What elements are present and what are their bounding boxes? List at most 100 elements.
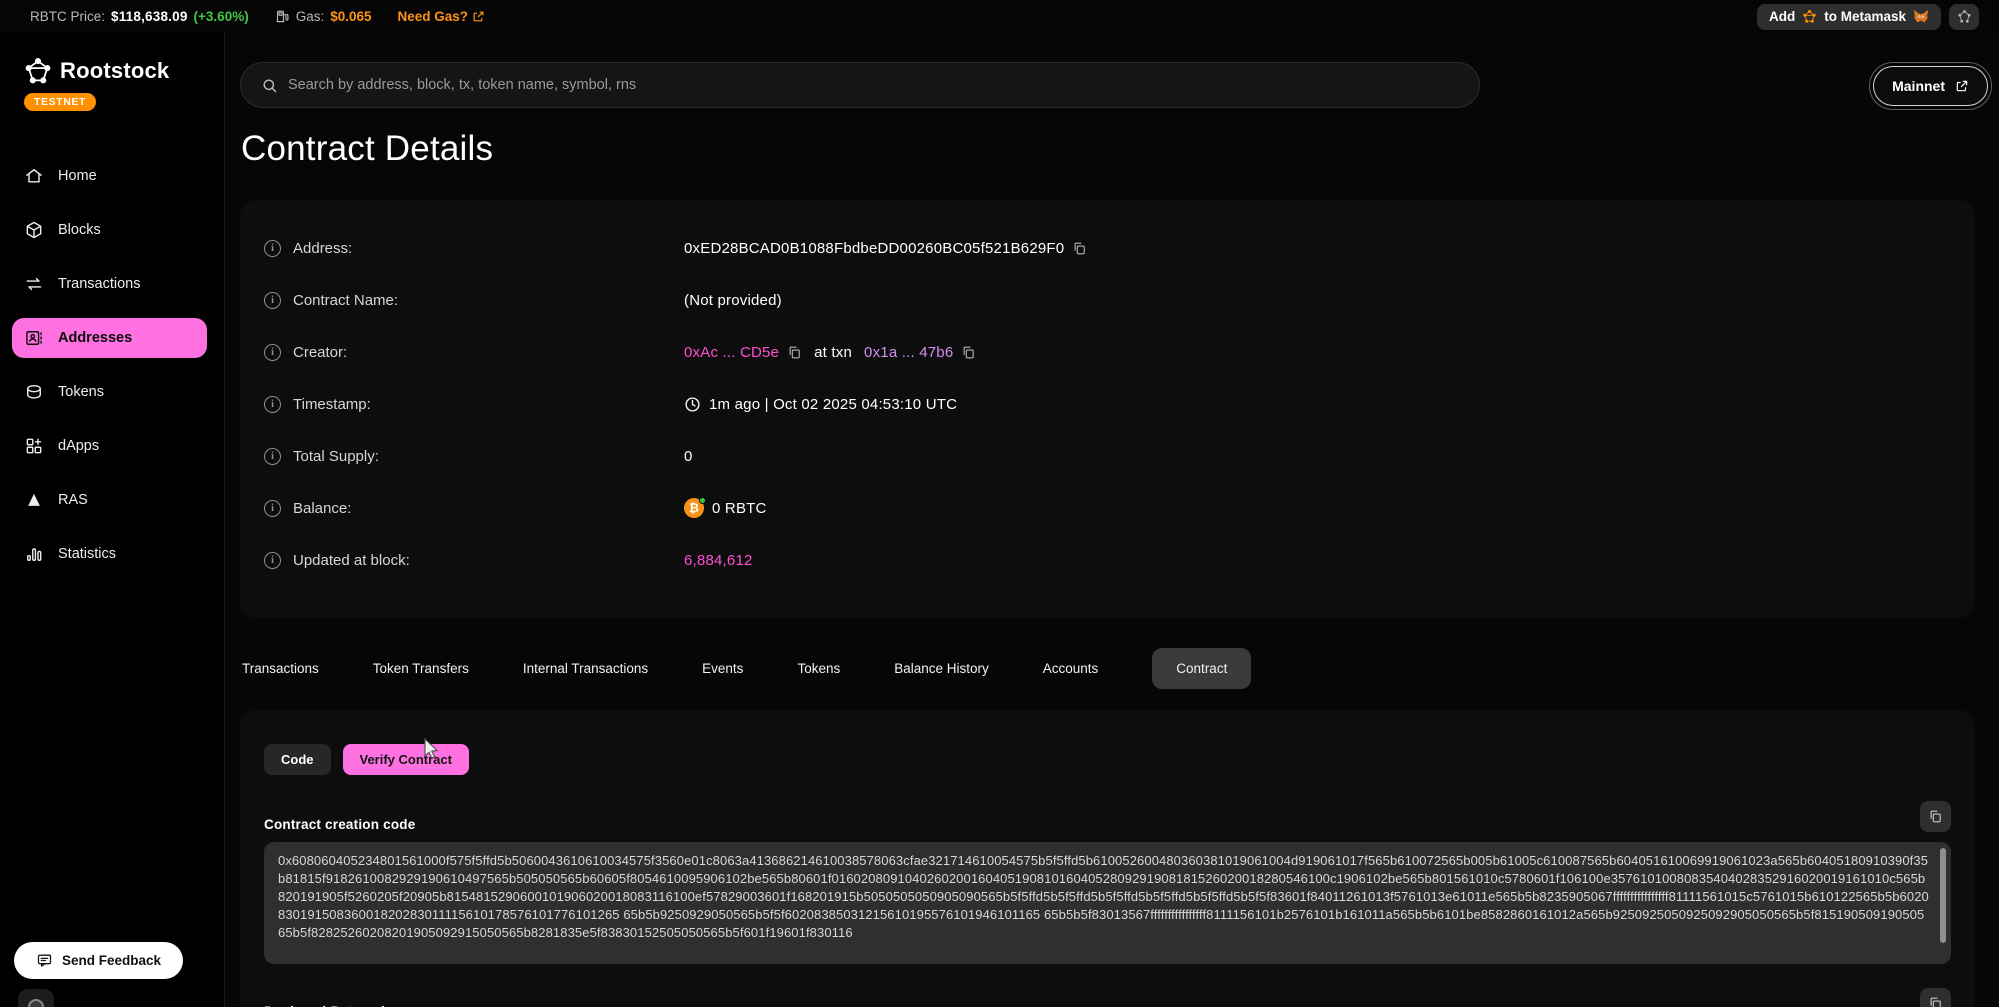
copy-creation-code-button[interactable] — [1920, 801, 1951, 832]
sidebar-item-addresses[interactable]: Addresses — [12, 318, 207, 358]
triangle-icon — [24, 490, 44, 510]
send-feedback-button[interactable]: Send Feedback — [14, 942, 183, 979]
tab-tokens[interactable]: Tokens — [797, 661, 840, 676]
contract-code-panel: Code Verify Contract Contract creation c… — [240, 710, 1975, 1007]
rbtc-price-label: RBTC Price: — [30, 9, 105, 24]
tab-internal-transactions[interactable]: Internal Transactions — [523, 661, 648, 676]
page-title: Contract Details — [241, 129, 493, 169]
scrollbar-thumb[interactable] — [1940, 848, 1946, 943]
sidebar-item-label: Addresses — [58, 330, 132, 346]
transfer-arrows-icon — [24, 274, 44, 294]
metamask-fox-icon — [1913, 9, 1929, 24]
copy-deployed-bytecode-button[interactable] — [1920, 988, 1951, 1007]
timestamp-value: 1m ago | Oct 02 2025 04:53:10 UTC — [709, 396, 957, 413]
creation-code-text: 0x608060405234801561000f575f5ffd5b506004… — [278, 853, 1929, 940]
detail-row-timestamp: i Timestamp: 1m ago | Oct 02 2025 04:53:… — [240, 378, 1975, 430]
address-card-icon — [24, 328, 44, 348]
corner-widget[interactable] — [18, 989, 54, 1007]
contract-name-label: Contract Name: — [293, 292, 398, 309]
info-icon[interactable]: i — [264, 396, 281, 413]
coin-icon — [24, 382, 44, 402]
creation-code-label: Contract creation code — [264, 817, 415, 832]
tab-transactions[interactable]: Transactions — [242, 661, 319, 676]
contract-name-value: (Not provided) — [684, 292, 782, 309]
external-link-icon — [472, 10, 485, 23]
balance-value: 0 RBTC — [712, 500, 767, 517]
contract-details-panel: i Address: 0xED28BCAD0B1088FbdbeDD00260B… — [240, 200, 1975, 618]
tab-token-transfers[interactable]: Token Transfers — [373, 661, 469, 676]
creator-label: Creator: — [293, 344, 347, 361]
info-icon[interactable]: i — [264, 344, 281, 361]
sidebar: Rootstock TESTNET Home Blocks Transactio… — [0, 33, 225, 1007]
metamask-button-suffix: to Metamask — [1824, 9, 1906, 24]
sidebar-item-ras[interactable]: RAS — [12, 480, 212, 520]
creator-middle-text: at txn — [814, 344, 852, 361]
sidebar-item-home[interactable]: Home — [12, 156, 212, 196]
home-icon — [24, 166, 44, 186]
external-link-icon — [1955, 79, 1969, 93]
sidebar-item-statistics[interactable]: Statistics — [12, 534, 212, 574]
gas-label: Gas: — [296, 9, 325, 24]
clock-icon — [684, 396, 701, 413]
dapps-grid-icon — [24, 436, 44, 456]
sidebar-item-label: Blocks — [58, 222, 101, 238]
bar-chart-icon — [24, 544, 44, 564]
search-input[interactable] — [288, 77, 1459, 93]
mainnet-button[interactable]: Mainnet — [1873, 66, 1988, 106]
sidebar-item-tokens[interactable]: Tokens — [12, 372, 212, 412]
detail-row-address: i Address: 0xED28BCAD0B1088FbdbeDD00260B… — [240, 222, 1975, 274]
search-bar[interactable] — [240, 62, 1480, 108]
verify-contract-button[interactable]: Verify Contract — [343, 744, 469, 775]
metamask-button-prefix: Add — [1769, 9, 1795, 24]
detail-row-balance: i Balance: ₿ 0 RBTC — [240, 482, 1975, 534]
gas-price: Gas: $0.065 — [275, 9, 372, 24]
gas-value: $0.065 — [330, 9, 371, 24]
info-icon[interactable]: i — [264, 292, 281, 309]
info-icon[interactable]: i — [264, 552, 281, 569]
tab-events[interactable]: Events — [702, 661, 743, 676]
updated-block-label: Updated at block: — [293, 552, 410, 569]
rootstock-settings-button[interactable] — [1949, 4, 1979, 30]
app-window: RBTC Price: $118,638.09 (+3.60%) Gas: $0… — [0, 0, 1999, 1007]
creator-address-link[interactable]: 0xAc ... CD5e — [684, 344, 779, 361]
updated-block-link[interactable]: 6,884,612 — [684, 552, 753, 569]
sidebar-item-label: RAS — [58, 492, 88, 508]
copy-txn-button[interactable] — [961, 345, 976, 360]
copy-creator-button[interactable] — [787, 345, 802, 360]
rbtc-price: RBTC Price: $118,638.09 (+3.60%) — [30, 9, 249, 24]
detail-row-contract-name: i Contract Name: (Not provided) — [240, 274, 1975, 326]
tab-contract[interactable]: Contract — [1152, 648, 1251, 689]
sidebar-nav: Home Blocks Transactions Addresses Token… — [0, 149, 224, 581]
sidebar-item-transactions[interactable]: Transactions — [12, 264, 212, 304]
network-switch: Mainnet — [1869, 62, 1992, 110]
rbtc-coin-icon: ₿ — [684, 498, 704, 518]
sidebar-item-blocks[interactable]: Blocks — [12, 210, 212, 250]
tab-balance-history[interactable]: Balance History — [894, 661, 989, 676]
info-icon[interactable]: i — [264, 500, 281, 517]
detail-row-updated-block: i Updated at block: 6,884,612 — [240, 534, 1975, 586]
rootstock-logo[interactable]: Rootstock — [0, 33, 224, 85]
search-icon — [261, 77, 278, 94]
creation-code-box[interactable]: 0x608060405234801561000f575f5ffd5b506004… — [264, 842, 1951, 964]
code-button[interactable]: Code — [264, 744, 331, 775]
total-supply-value: 0 — [684, 448, 693, 465]
copy-address-button[interactable] — [1072, 241, 1087, 256]
sidebar-item-label: Transactions — [58, 276, 140, 292]
sidebar-item-label: Tokens — [58, 384, 104, 400]
chat-bubble-icon — [36, 952, 53, 969]
testnet-badge: TESTNET — [24, 93, 96, 111]
balance-label: Balance: — [293, 500, 351, 517]
creator-txn-link[interactable]: 0x1a ... 47b6 — [864, 344, 953, 361]
corner-widget-icon — [28, 999, 44, 1007]
add-to-metamask-button[interactable]: Add to Metamask — [1757, 4, 1941, 30]
sidebar-item-dapps[interactable]: dApps — [12, 426, 212, 466]
sidebar-item-label: Home — [58, 168, 97, 184]
tab-accounts[interactable]: Accounts — [1043, 661, 1099, 676]
topbar: RBTC Price: $118,638.09 (+3.60%) Gas: $0… — [0, 0, 1999, 33]
total-supply-label: Total Supply: — [293, 448, 379, 465]
detail-row-creator: i Creator: 0xAc ... CD5e at txn 0x1a ...… — [240, 326, 1975, 378]
need-gas-link[interactable]: Need Gas? — [398, 9, 486, 24]
mainnet-label: Mainnet — [1892, 78, 1945, 94]
info-icon[interactable]: i — [264, 448, 281, 465]
info-icon[interactable]: i — [264, 240, 281, 257]
